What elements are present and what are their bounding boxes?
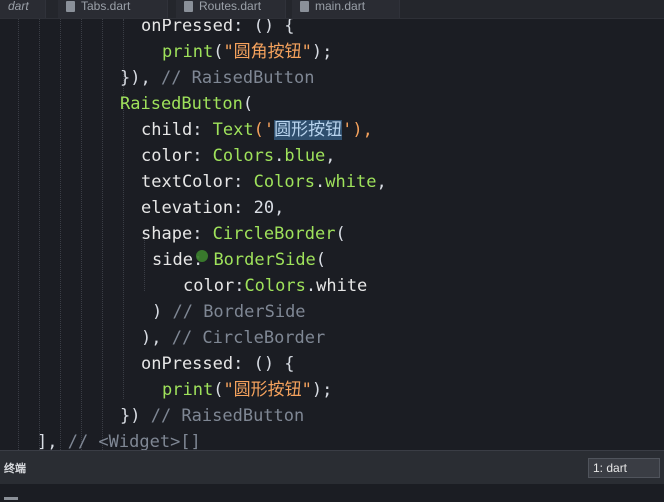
dart-file-icon [66,0,75,12]
code-editor[interactable]: onPressed: () { print("圆角按钮"); }), // Ra… [0,19,664,450]
code-line: print("圆形按钮"); [162,380,333,400]
tab-tabs-dart[interactable]: Tabs.dart [58,0,168,18]
code-line: child: Text('圆形按钮'), [141,120,373,140]
indent-guide [39,19,40,450]
tab-tabs-dart-label: Tabs.dart [81,0,131,13]
tab-dart[interactable]: dart [0,0,46,18]
code-line: color: Colors.blue, [141,146,336,166]
tab-routes-dart-label: Routes.dart [199,0,262,13]
dart-file-icon [184,0,193,12]
code-line: side: BorderSide( [152,250,327,270]
indent-guide [60,19,61,450]
code-line: onPressed: () { [141,19,295,36]
code-line: textColor: Colors.white, [141,172,387,192]
code-line: RaisedButton( [120,94,254,114]
indent-guide [102,19,103,450]
code-line: }), // RaisedButton [120,68,315,88]
code-line: ) // BorderSide [152,302,306,322]
code-line: color:Colors.white [183,276,368,296]
terminal-text-fragment [4,497,18,500]
dart-file-icon [300,0,309,12]
code-line: print("圆角按钮"); [162,42,333,62]
terminal-select-dropdown[interactable]: 1: dart [588,457,660,478]
terminal-output[interactable] [0,484,664,502]
code-line: elevation: 20, [141,198,285,218]
code-line: ], // <Widget>[] [37,432,201,450]
panel-title[interactable]: 终端 [4,460,26,476]
terminal-panel-header: 终端 1: dart [0,450,664,484]
mouse-cursor-indicator [196,250,208,262]
code-line: ), // CircleBorder [141,328,326,348]
indent-guide [18,19,19,450]
tab-dart-label: dart [8,0,29,13]
code-line: }) // RaisedButton [120,406,305,426]
editor-tab-bar: dart Tabs.dart Routes.dart main.dart [0,0,664,19]
code-line: onPressed: () { [141,354,295,374]
tab-main-dart-label: main.dart [315,0,366,13]
code-line: shape: CircleBorder( [141,224,346,244]
tab-main-dart[interactable]: main.dart [292,0,400,18]
selected-text: 圆形按钮 [274,120,343,140]
tab-routes-dart[interactable]: Routes.dart [176,0,286,18]
indent-guide [81,19,82,450]
